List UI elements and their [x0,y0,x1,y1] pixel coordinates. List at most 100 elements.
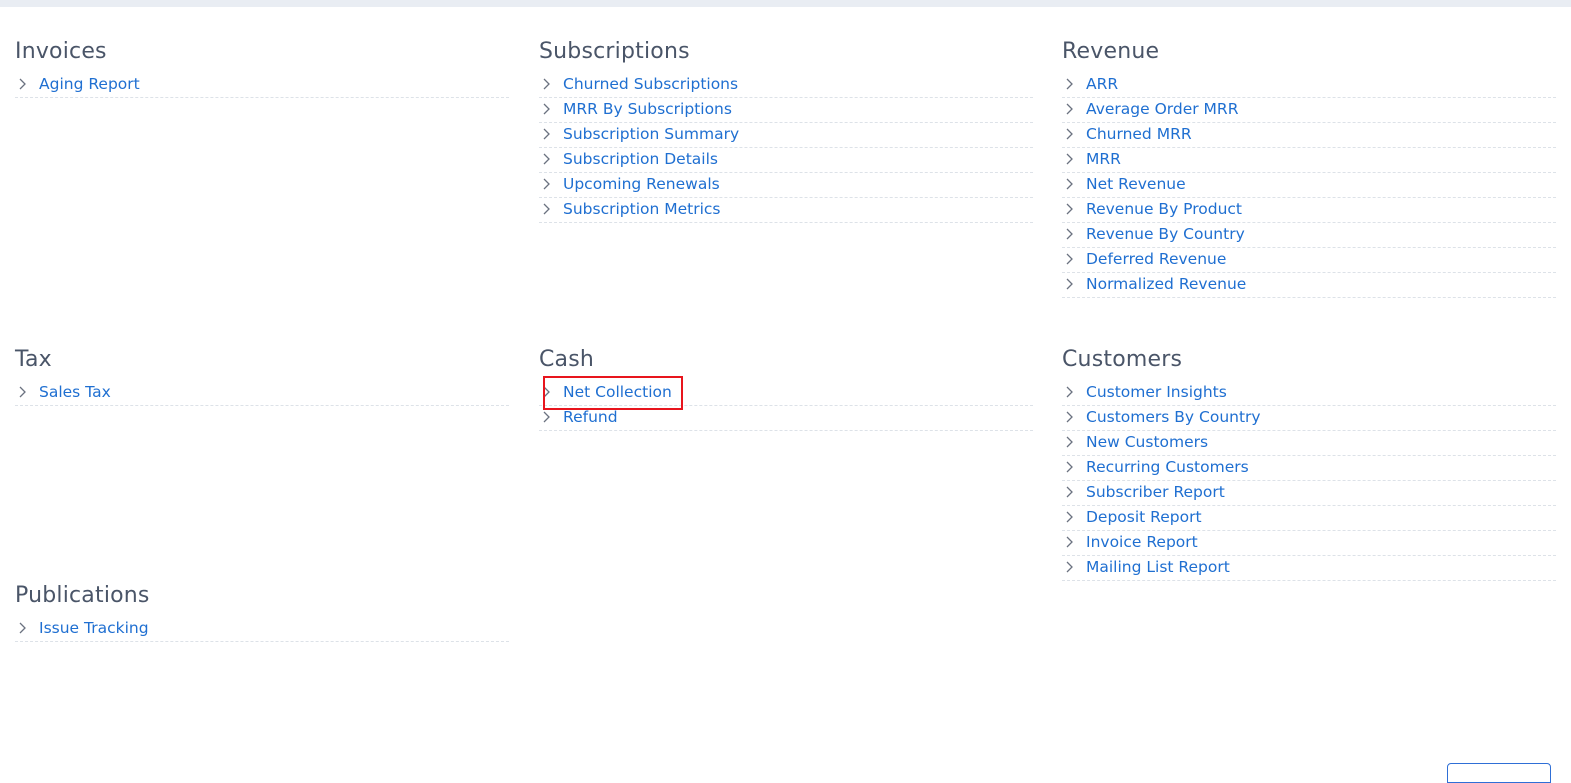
report-link-label[interactable]: Churned Subscriptions [563,74,738,94]
section-title-customers: Customers [1062,347,1183,372]
report-link-label[interactable]: Refund [563,407,618,427]
report-link-label[interactable]: Mailing List Report [1086,557,1230,577]
report-item-issue-tracking[interactable]: Issue Tracking [15,617,509,642]
chevron-right-icon [1065,385,1075,399]
chevron-right-icon [1065,410,1075,424]
report-item-net-revenue[interactable]: Net Revenue [1062,173,1556,198]
report-link-label[interactable]: Average Order MRR [1086,99,1238,119]
section-invoices: Invoices Aging Report [15,38,509,98]
report-link-label[interactable]: Subscription Summary [563,124,739,144]
report-list-publications: Issue Tracking [15,617,509,642]
chevron-right-icon [542,77,552,91]
report-list-invoices: Aging Report [15,73,509,98]
section-subscriptions: Subscriptions Churned Subscriptions MRR … [539,38,1033,223]
report-item-customers-by-country[interactable]: Customers By Country [1062,406,1556,431]
section-customers: Customers Customer Insights Customers By… [1062,346,1556,581]
chevron-right-icon [1065,102,1075,116]
report-link-label[interactable]: Subscription Details [563,149,718,169]
report-item-subscription-summary[interactable]: Subscription Summary [539,123,1033,148]
report-item-recurring-customers[interactable]: Recurring Customers [1062,456,1556,481]
report-link-label[interactable]: Sales Tax [39,382,111,402]
report-item-mrr-by-subscriptions[interactable]: MRR By Subscriptions [539,98,1033,123]
report-item-deferred-revenue[interactable]: Deferred Revenue [1062,248,1556,273]
report-list-customers: Customer Insights Customers By Country N… [1062,381,1556,581]
report-link-label[interactable]: Upcoming Renewals [563,174,720,194]
section-publications: Publications Issue Tracking [15,582,509,642]
report-item-normalized-revenue[interactable]: Normalized Revenue [1062,273,1556,298]
section-title-invoices: Invoices [15,39,107,64]
report-link-label[interactable]: Aging Report [39,74,140,94]
report-item-deposit-report[interactable]: Deposit Report [1062,506,1556,531]
report-item-churned-mrr[interactable]: Churned MRR [1062,123,1556,148]
report-list-subscriptions: Churned Subscriptions MRR By Subscriptio… [539,73,1033,223]
chevron-right-icon [18,385,28,399]
report-link-label[interactable]: Deferred Revenue [1086,249,1226,269]
report-item-revenue-by-product[interactable]: Revenue By Product [1062,198,1556,223]
report-item-mailing-list-report[interactable]: Mailing List Report [1062,556,1556,581]
report-link-label[interactable]: Invoice Report [1086,532,1198,552]
report-item-average-order-mrr[interactable]: Average Order MRR [1062,98,1556,123]
report-link-label[interactable]: New Customers [1086,432,1208,452]
section-revenue: Revenue ARR Average Order MRR Churned MR… [1062,38,1556,298]
top-header-strip [0,0,1571,7]
report-link-label[interactable]: ARR [1086,74,1118,94]
report-item-refund[interactable]: Refund [539,406,1033,431]
report-link-label[interactable]: Subscriber Report [1086,482,1225,502]
report-item-sales-tax[interactable]: Sales Tax [15,381,509,406]
report-item-subscriber-report[interactable]: Subscriber Report [1062,481,1556,506]
chevron-right-icon [1065,152,1075,166]
report-link-label[interactable]: Recurring Customers [1086,457,1249,477]
report-item-upcoming-renewals[interactable]: Upcoming Renewals [539,173,1033,198]
report-item-churned-subscriptions[interactable]: Churned Subscriptions [539,73,1033,98]
report-item-arr[interactable]: ARR [1062,73,1556,98]
chevron-right-icon [1065,560,1075,574]
chevron-right-icon [1065,485,1075,499]
chevron-right-icon [542,152,552,166]
report-link-label[interactable]: Customers By Country [1086,407,1261,427]
chevron-right-icon [1065,277,1075,291]
section-title-tax: Tax [15,347,52,372]
report-link-label[interactable]: Deposit Report [1086,507,1202,527]
chevron-right-icon [1065,127,1075,141]
report-link-label[interactable]: Subscription Metrics [563,199,721,219]
report-link-label[interactable]: Net Collection [563,382,672,402]
section-title-subscriptions: Subscriptions [539,39,690,64]
chevron-right-icon [542,177,552,191]
report-link-label[interactable]: Churned MRR [1086,124,1192,144]
chevron-right-icon [1065,535,1075,549]
chevron-right-icon [542,127,552,141]
chevron-right-icon [1065,77,1075,91]
section-title-revenue: Revenue [1062,39,1160,64]
report-item-net-collection[interactable]: Net Collection [539,381,1033,406]
chevron-right-icon [542,202,552,216]
report-item-subscription-details[interactable]: Subscription Details [539,148,1033,173]
chevron-right-icon [542,102,552,116]
report-link-label[interactable]: Revenue By Country [1086,224,1245,244]
bottom-right-button[interactable] [1447,763,1551,783]
section-tax: Tax Sales Tax [15,346,509,406]
report-item-invoice-report[interactable]: Invoice Report [1062,531,1556,556]
section-title-publications: Publications [15,583,150,608]
section-title-cash: Cash [539,347,595,372]
chevron-right-icon [542,410,552,424]
report-list-revenue: ARR Average Order MRR Churned MRR MRR Ne… [1062,73,1556,298]
report-link-label[interactable]: Normalized Revenue [1086,274,1246,294]
report-item-aging-report[interactable]: Aging Report [15,73,509,98]
report-item-revenue-by-country[interactable]: Revenue By Country [1062,223,1556,248]
report-item-customer-insights[interactable]: Customer Insights [1062,381,1556,406]
report-item-new-customers[interactable]: New Customers [1062,431,1556,456]
report-link-label[interactable]: MRR [1086,149,1121,169]
section-cash: Cash Net Collection Refund [539,346,1033,431]
report-link-label[interactable]: Revenue By Product [1086,199,1242,219]
chevron-right-icon [1065,177,1075,191]
chevron-right-icon [542,385,552,399]
report-link-label[interactable]: Customer Insights [1086,382,1227,402]
report-item-mrr[interactable]: MRR [1062,148,1556,173]
chevron-right-icon [1065,227,1075,241]
report-link-label[interactable]: Issue Tracking [39,618,149,638]
report-link-label[interactable]: Net Revenue [1086,174,1186,194]
report-link-label[interactable]: MRR By Subscriptions [563,99,732,119]
report-item-subscription-metrics[interactable]: Subscription Metrics [539,198,1033,223]
chevron-right-icon [18,621,28,635]
chevron-right-icon [1065,435,1075,449]
